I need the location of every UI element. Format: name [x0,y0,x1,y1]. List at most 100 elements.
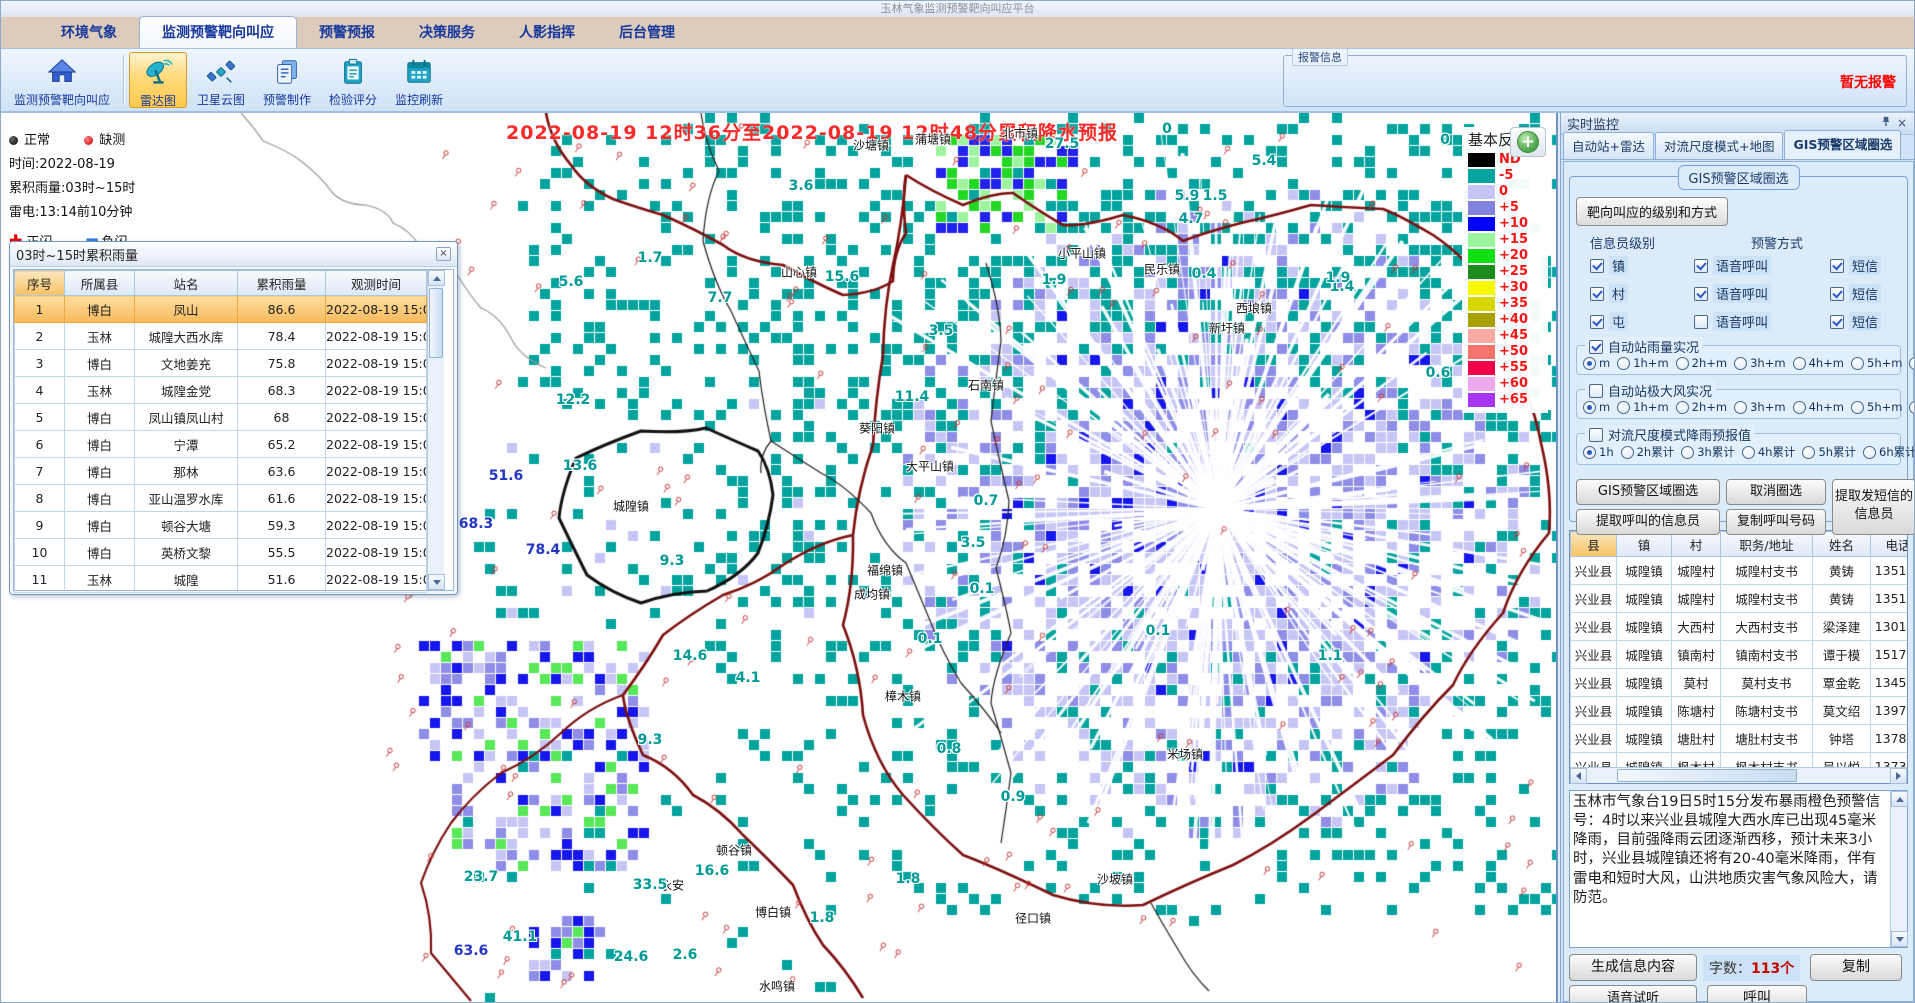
radio-option-5h+m[interactable]: 5h+m [1851,400,1902,414]
toolbar-button-doc[interactable]: 预警制作 [255,52,319,108]
toolbar-button-satellite[interactable]: 卫星云图 [189,52,253,108]
extract-call-informers-button[interactable]: 提取呼叫的信息员 [1576,509,1720,535]
voice-call-checkbox-村[interactable]: 语音呼叫 [1694,284,1830,303]
model-rain-group-checkbox[interactable] [1589,428,1603,442]
rain-column-header[interactable]: 累积雨量 [238,271,326,296]
table-row[interactable]: 5博白凤山镇凤山村682022-08-19 15:00 [15,404,427,431]
table-row[interactable]: 兴业县城隍镇莫村莫村支书覃金乾134575405 [1571,669,1908,697]
scroll-down-icon[interactable] [1891,931,1908,947]
menu-tab-决策服务[interactable]: 决策服务 [397,17,497,48]
table-row[interactable]: 1博白凤山86.62022-08-19 15:00 [15,296,427,323]
radio-icon [1583,357,1596,370]
message-vscrollbar[interactable] [1890,791,1907,947]
toolbar-button-clipboard[interactable]: 检验评分 [321,52,385,108]
level-checkbox-屯[interactable]: 屯 [1590,312,1694,331]
radio-option-12h+m[interactable]: 12h+m [1909,400,1915,414]
menu-tab-后台管理[interactable]: 后台管理 [597,17,697,48]
table-row[interactable]: 兴业县城隍镇陈塘村陈塘村支书莫文绍139775796 [1571,697,1908,725]
table-row[interactable]: 兴业县城隍镇塘肚村塘肚村支书钟塔137885534 [1571,725,1908,753]
sms-checkbox-镇[interactable]: 短信 [1830,256,1915,275]
radio-option-5h累计[interactable]: 5h累计 [1802,444,1856,460]
table-row[interactable]: 3博白文地姜充75.82022-08-19 15:00 [15,350,427,377]
table-row[interactable]: 2玉林城隍大西水库78.42022-08-19 15:00 [15,323,427,350]
toolbar-button-home[interactable]: 监测预警靶向叫应 [6,52,118,108]
generate-message-button[interactable]: 生成信息内容 [1569,954,1697,981]
table-row[interactable]: 兴业县城隍镇城隍村城隍村支书黄铸135176975 [1571,557,1908,585]
table-row[interactable]: 兴业县城隍镇大西村大西村支书梁泽建130149571 [1571,613,1908,641]
menu-tab-环境气象[interactable]: 环境气象 [39,17,139,48]
voice-preview-button[interactable]: 语音试听 [1569,985,1697,1003]
menu-tab-预警预报[interactable]: 预警预报 [297,17,397,48]
rain-column-header[interactable]: 所属县 [65,271,135,296]
level-checkbox-村[interactable]: 村 [1590,284,1694,303]
sms-checkbox-屯[interactable]: 短信 [1830,312,1915,331]
toolbar-button-radar[interactable]: 雷达图 [129,52,187,108]
table-row[interactable]: 8博白亚山温罗水库61.62022-08-19 15:00 [15,485,427,512]
radio-option-2h+m[interactable]: 2h+m [1676,400,1727,414]
radio-option-12h+m[interactable]: 12h+m [1909,356,1915,370]
radio-option-3h+m[interactable]: 3h+m [1734,400,1785,414]
contacts-hscrollbar[interactable] [1570,767,1907,783]
extract-sms-informers-button[interactable]: 提取发短信的信息员 [1832,479,1915,535]
scroll-up-icon[interactable] [1891,791,1908,807]
scroll-thumb[interactable] [1617,769,1797,782]
voice-call-checkbox-镇[interactable]: 语音呼叫 [1694,256,1830,275]
radio-option-m[interactable]: m [1583,400,1610,414]
table-row[interactable]: 9博白顿谷大塘59.32022-08-19 15:00 [15,512,427,539]
auto-rain-group-checkbox[interactable] [1589,340,1603,354]
menu-tab-监测预警靶向叫应[interactable]: 监测预警靶向叫应 [139,16,297,48]
copy-button[interactable]: 复制 [1810,954,1902,981]
radio-option-2h累计[interactable]: 2h累计 [1621,444,1675,460]
close-icon[interactable]: × [436,247,451,261]
radio-option-3h累计[interactable]: 3h累计 [1681,444,1735,460]
scroll-down-icon[interactable] [428,574,445,590]
warning-message-text[interactable]: 玉林市气象台19日5时15分发布暴雨橙色预警信号：4时以来兴业县城隍大西水库已出… [1570,791,1890,947]
radio-option-1h+m[interactable]: 1h+m [1617,356,1668,370]
rain-column-header[interactable]: 序号 [15,271,65,296]
zoom-in-button[interactable]: + [1510,127,1546,157]
radio-option-1h[interactable]: 1h [1583,445,1614,459]
panel-close-icon[interactable]: × [1894,116,1910,131]
rain-window-titlebar[interactable]: 03时~15时累积雨量 × [10,242,457,267]
gis-select-button[interactable]: GIS预警区域圈选 [1576,479,1720,505]
table-row[interactable]: 兴业县城隍镇枫木村枫木村支书吴以悦137375511 [1571,753,1908,768]
call-level-mode-button[interactable]: 靶向叫应的级别和方式 [1576,197,1728,226]
tab-GIS预警区域圈选[interactable]: GIS预警区域圈选 [1784,130,1901,159]
copy-call-numbers-button[interactable]: 复制呼叫号码 [1726,509,1826,535]
menu-tab-人影指挥[interactable]: 人影指挥 [497,17,597,48]
radio-option-5h+m[interactable]: 5h+m [1851,356,1902,370]
scroll-up-icon[interactable] [428,270,445,286]
radio-option-4h累计[interactable]: 4h累计 [1742,444,1796,460]
scroll-thumb[interactable] [429,288,443,358]
radio-icon [1621,446,1634,459]
level-checkbox-镇[interactable]: 镇 [1590,256,1694,275]
table-row[interactable]: 兴业县城隍镇镇南村镇南村支书谭于模151775946 [1571,641,1908,669]
radio-option-6h累计[interactable]: 6h累计 [1863,444,1915,460]
scroll-right-icon[interactable] [1890,768,1907,784]
tab-自动站+雷达[interactable]: 自动站+雷达 [1563,132,1654,159]
table-row[interactable]: 10博白英桥文黎55.52022-08-19 15:00 [15,539,427,566]
table-row[interactable]: 11玉林城隍51.62022-08-19 15:00 [15,566,427,593]
radio-option-1h+m[interactable]: 1h+m [1617,400,1668,414]
pin-icon[interactable] [1878,116,1894,131]
rain-column-header[interactable]: 观测时间 [326,271,427,296]
voice-call-checkbox-屯[interactable]: 语音呼叫 [1694,312,1830,331]
radio-option-m[interactable]: m [1583,356,1610,370]
table-row[interactable]: 6博白宁潭65.22022-08-19 15:00 [15,431,427,458]
auto-wind-group-checkbox[interactable] [1589,384,1603,398]
radio-option-3h+m[interactable]: 3h+m [1734,356,1785,370]
radio-option-4h+m[interactable]: 4h+m [1793,400,1844,414]
toolbar-button-calendar[interactable]: 监控刷新 [387,52,451,108]
cancel-select-button[interactable]: 取消圈选 [1726,479,1826,505]
scroll-left-icon[interactable] [1570,768,1587,784]
radio-option-2h+m[interactable]: 2h+m [1676,356,1727,370]
sms-checkbox-村[interactable]: 短信 [1830,284,1915,303]
call-button[interactable]: 呼叫 [1707,985,1807,1003]
table-row[interactable]: 7博白那林63.62022-08-19 15:00 [15,458,427,485]
rain-column-header[interactable]: 站名 [135,271,238,296]
tab-对流尺度模式+地图[interactable]: 对流尺度模式+地图 [1655,132,1783,159]
table-row[interactable]: 4玉林城隍金党68.32022-08-19 15:00 [15,377,427,404]
table-row[interactable]: 兴业县城隍镇城隍村城隍村支书黄铸135176975 [1571,585,1908,613]
rain-table-vscrollbar[interactable] [427,270,444,590]
radio-option-4h+m[interactable]: 4h+m [1793,356,1844,370]
